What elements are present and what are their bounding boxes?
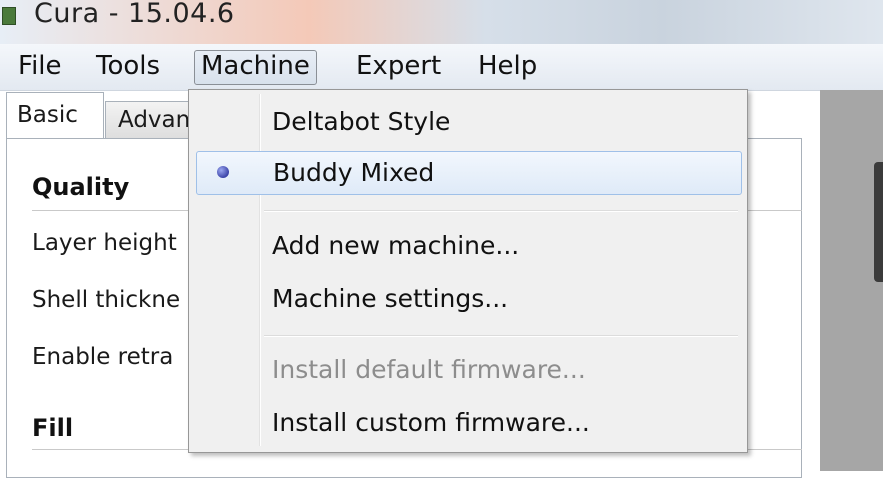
menu-item-label: Install custom firmware... [272,408,590,437]
preview-area [820,90,883,471]
menu-item-install-custom-firmware[interactable]: Install custom firmware... [189,401,747,445]
window-title: Cura - 15.04.6 [34,0,235,29]
radio-selected-icon [217,166,229,178]
menu-item-label: Install default firmware... [272,355,586,384]
menu-gutter-line [259,94,261,446]
tab-basic[interactable]: Basic [6,92,104,138]
menu-item-install-default-firmware: Install default firmware... [189,348,747,392]
menu-help[interactable]: Help [472,50,543,83]
menu-item-add-new-machine[interactable]: Add new machine... [189,224,747,268]
title-bar: Cura - 15.04.6 [0,0,883,44]
menu-item-deltabot-style[interactable]: Deltabot Style [189,100,747,144]
menu-separator [264,335,738,337]
menu-tools[interactable]: Tools [90,50,166,83]
menu-expert[interactable]: Expert [350,50,447,83]
menu-item-machine-settings[interactable]: Machine settings... [189,277,747,321]
menu-item-label: Machine settings... [272,284,509,313]
menu-bar: File Tools Machine Expert Help [0,44,883,91]
setting-layer-height-label: Layer height [32,230,177,256]
setting-shell-thickness-label: Shell thickne [32,287,181,313]
menu-separator [264,210,738,212]
setting-enable-retraction-label: Enable retra [32,344,174,370]
menu-item-label: Add new machine... [272,231,520,260]
scrollbar-thumb[interactable] [874,162,883,282]
fill-heading: Fill [32,414,74,442]
quality-heading: Quality [32,173,130,201]
app-icon [2,7,16,25]
menu-machine[interactable]: Machine [194,50,317,85]
menu-item-label: Buddy Mixed [273,158,435,187]
menu-item-buddy-mixed[interactable]: Buddy Mixed [196,151,742,195]
menu-item-label: Deltabot Style [272,107,451,136]
machine-menu-dropdown: Deltabot Style Buddy Mixed Add new machi… [188,89,748,453]
menu-file[interactable]: File [12,50,68,83]
